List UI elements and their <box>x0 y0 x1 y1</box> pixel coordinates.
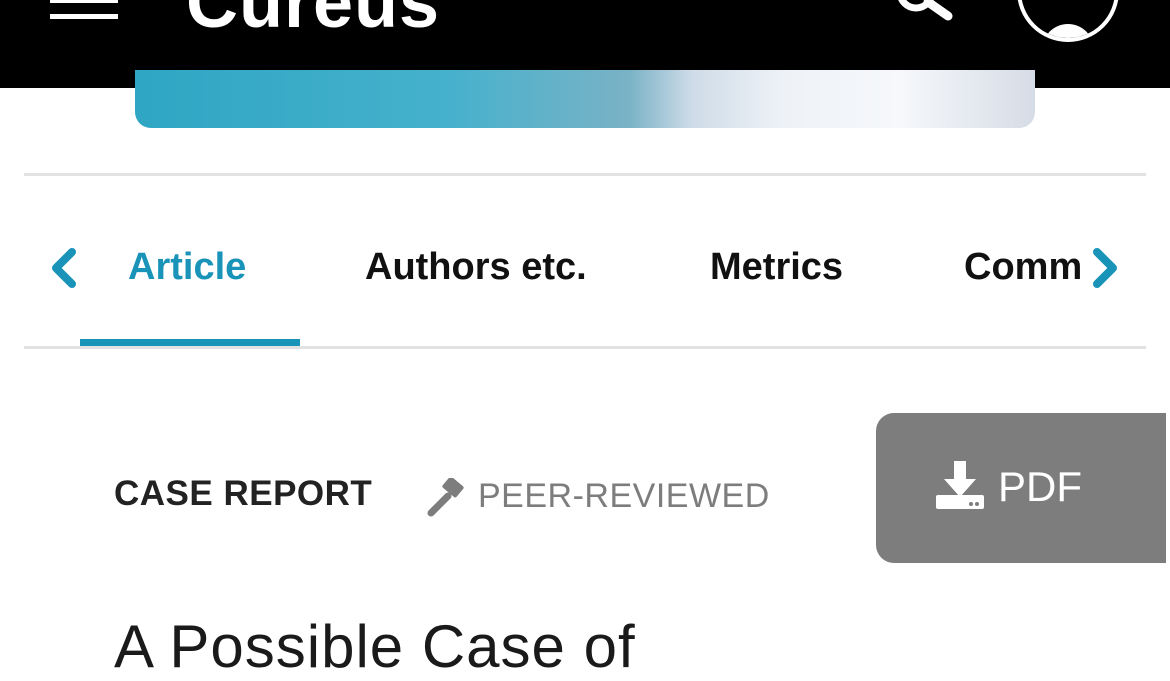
hero-banner-image <box>135 70 1035 128</box>
gavel-icon <box>426 476 468 523</box>
chevron-left-icon[interactable] <box>48 248 78 293</box>
hamburger-menu-icon[interactable] <box>50 0 118 24</box>
article-type-label: CASE REPORT <box>114 474 373 513</box>
peer-reviewed-label: PEER-REVIEWED <box>478 477 770 515</box>
pdf-button-label: PDF <box>998 463 1082 510</box>
user-avatar-icon[interactable] <box>1017 0 1119 42</box>
site-logo[interactable]: Cureus <box>186 0 440 44</box>
article-title: A Possible Case of <box>114 613 636 680</box>
tabs-top-divider <box>24 173 1146 176</box>
tab-authors[interactable]: Authors etc. <box>365 246 587 289</box>
download-icon <box>936 461 984 516</box>
pdf-download-button[interactable]: PDF <box>876 413 1166 563</box>
tab-metrics[interactable]: Metrics <box>710 246 843 289</box>
tab-article[interactable]: Article <box>128 246 246 289</box>
tabs-bottom-divider <box>24 346 1146 349</box>
search-icon[interactable] <box>892 0 956 22</box>
tab-comments-clip: Comm <box>960 230 1092 310</box>
chevron-right-icon[interactable] <box>1091 248 1121 293</box>
tab-comments[interactable]: Comm <box>964 246 1082 289</box>
